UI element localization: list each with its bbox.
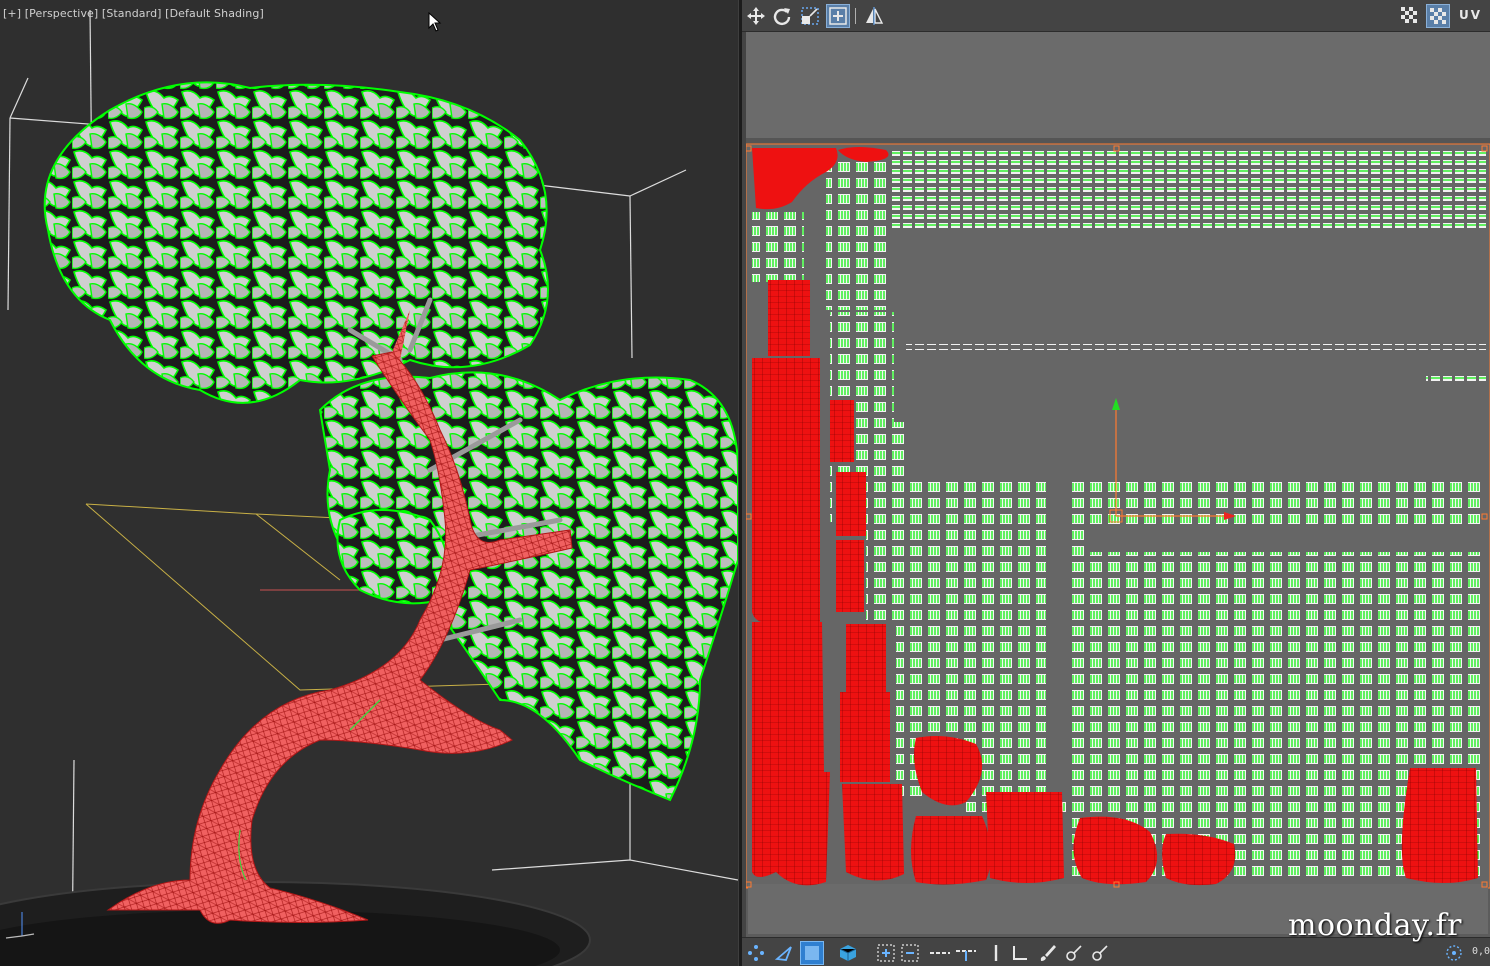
viewport-view-type[interactable]: [Perspective] [25,7,99,20]
pin-icon[interactable] [1062,941,1086,965]
uv-toolbar: UV [742,0,1490,32]
uv-editor-panel: UV 0,0 [742,0,1490,966]
uv-upper-area [746,32,1490,140]
viewport-scene [0,9,738,966]
rotate-icon[interactable] [770,4,794,28]
align-horizontal-icon[interactable] [1008,941,1032,965]
square-select-icon[interactable] [800,941,824,965]
point-to-point-icon[interactable] [744,941,768,965]
loop-icon[interactable] [928,941,952,965]
mouse-cursor-icon [428,12,442,32]
app-window: [+] [Perspective] [Standard] [Default Sh… [0,0,1490,966]
soft-select-icon[interactable] [1442,941,1466,965]
uv-channel-label[interactable]: UV [1459,8,1482,22]
unpin-icon[interactable] [1088,941,1112,965]
mirror-icon[interactable] [862,4,886,28]
watermark-text: moonday.fr [1288,908,1462,943]
viewport-label[interactable]: [+] [Perspective] [Standard] [Default Sh… [3,7,264,20]
align-vertical-icon[interactable] [984,941,1008,965]
uv-canvas[interactable] [746,32,1490,937]
triangle-select-icon[interactable] [772,941,796,965]
viewport-render-mode[interactable]: [Standard] [102,7,162,20]
brush-icon[interactable] [1036,941,1060,965]
checker-toggle-icon[interactable] [1426,4,1450,28]
element-icon[interactable] [836,941,860,965]
coordinate-readout: 0,0 [1471,946,1490,957]
uv-layout [746,32,1490,934]
perspective-viewport[interactable]: [+] [Perspective] [Standard] [Default Sh… [0,0,738,966]
viewport-shading-mode[interactable]: [Default Shading] [165,7,264,20]
move-icon[interactable] [744,4,768,28]
scale-icon[interactable] [798,4,822,28]
shrink-icon[interactable] [898,941,922,965]
freeform-icon[interactable] [826,4,850,28]
ring-icon[interactable] [954,941,978,965]
checker-icon[interactable] [1398,4,1422,28]
grow-icon[interactable] [874,941,898,965]
viewport-menu-plus[interactable]: [+] [3,7,21,20]
